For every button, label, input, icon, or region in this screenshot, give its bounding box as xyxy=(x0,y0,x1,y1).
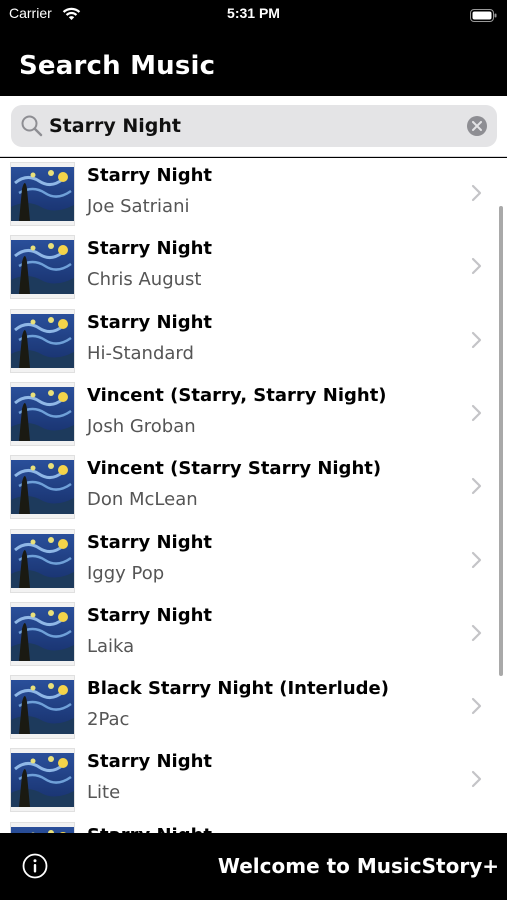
results-list[interactable]: Starry Night Joe Satriani Starry Night Chri… xyxy=(0,158,507,833)
song-title: Black Starry Night (Interlude) xyxy=(87,678,389,700)
navigation-bar: Search Music xyxy=(0,30,507,96)
album-art xyxy=(10,381,75,446)
album-art xyxy=(10,162,75,226)
song-title: Vincent (Starry, Starry Night) xyxy=(87,384,387,406)
artist-name: Don McLean xyxy=(87,489,198,511)
chevron-right-icon xyxy=(471,697,482,719)
song-title: Starry Night xyxy=(87,238,213,260)
album-art xyxy=(10,235,75,300)
album-art xyxy=(10,601,75,666)
chevron-right-icon xyxy=(471,624,482,646)
album-art xyxy=(10,528,75,593)
result-row[interactable]: Starry Night Chris August xyxy=(0,231,507,304)
artist-name: Chris August xyxy=(87,269,202,291)
chevron-right-icon xyxy=(471,404,482,426)
artist-name: Hi-Standard xyxy=(87,342,194,364)
result-row[interactable]: Vincent (Starry, Starry Night) Josh Groba… xyxy=(0,378,507,451)
bottom-bar: Welcome to MusicStory+ xyxy=(0,833,507,900)
scroll-indicator[interactable] xyxy=(499,206,503,676)
song-title: Starry Night xyxy=(87,165,213,186)
clear-icon[interactable] xyxy=(467,116,487,136)
artist-name: Joe Satriani xyxy=(87,196,190,217)
artist-name: Lite xyxy=(87,782,121,804)
result-row[interactable]: Starry Night Iggy Pop xyxy=(0,525,507,598)
result-row[interactable]: Vincent (Starry Starry Night) Don McLean xyxy=(0,451,507,524)
result-row[interactable]: Starry Night Laika xyxy=(0,598,507,671)
album-art xyxy=(10,748,75,813)
result-row[interactable]: Starry Night xyxy=(0,818,507,833)
album-art xyxy=(10,455,75,520)
song-title: Vincent (Starry Starry Night) xyxy=(87,458,382,480)
info-icon[interactable] xyxy=(22,853,48,879)
artist-name: 2Pac xyxy=(87,709,130,731)
song-title: Starry Night xyxy=(87,825,212,833)
chevron-right-icon xyxy=(471,477,482,499)
chevron-right-icon xyxy=(471,331,482,353)
result-row[interactable]: Starry Night Lite xyxy=(0,744,507,817)
chevron-right-icon xyxy=(471,257,482,279)
album-art xyxy=(10,821,75,833)
song-title: Starry Night xyxy=(87,311,213,333)
battery-icon xyxy=(470,7,497,26)
result-row[interactable]: Black Starry Night (Interlude) 2Pac xyxy=(0,671,507,744)
search-area xyxy=(0,96,507,157)
search-field[interactable] xyxy=(11,105,497,147)
welcome-label: Welcome to MusicStory+ xyxy=(217,854,499,878)
result-row[interactable]: Starry Night Hi-Standard xyxy=(0,305,507,378)
song-title: Starry Night xyxy=(87,531,213,553)
result-row[interactable]: Starry Night Joe Satriani xyxy=(0,158,507,231)
album-art xyxy=(10,308,75,373)
chevron-right-icon xyxy=(471,184,482,206)
artist-name: Laika xyxy=(87,635,135,657)
artist-name: Iggy Pop xyxy=(87,562,165,584)
album-art xyxy=(10,675,75,740)
chevron-right-icon xyxy=(471,770,482,792)
song-title: Starry Night xyxy=(87,604,213,626)
search-input[interactable] xyxy=(49,111,459,141)
status-time: 5:31 PM xyxy=(227,5,280,21)
search-icon xyxy=(21,115,43,141)
song-title: Starry Night xyxy=(87,751,213,773)
artist-name: Josh Groban xyxy=(87,415,196,437)
status-bar: Carrier 5:31 PM xyxy=(0,0,507,30)
chevron-right-icon xyxy=(471,551,482,573)
page-title: Search Music xyxy=(19,51,216,81)
